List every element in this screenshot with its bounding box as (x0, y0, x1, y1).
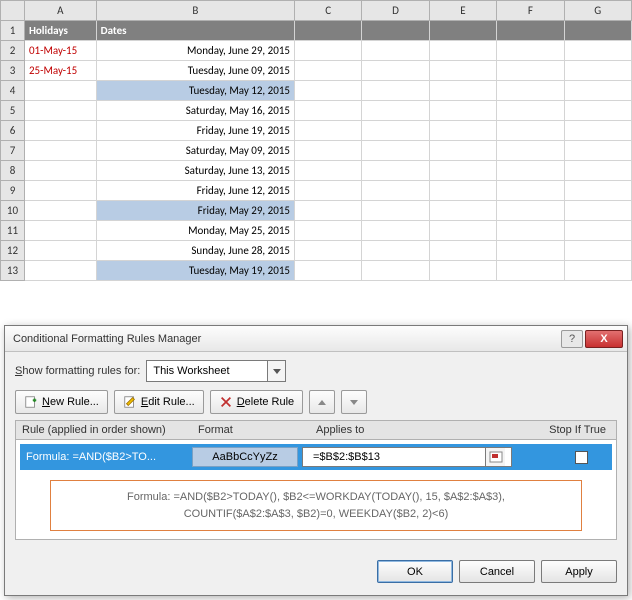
range-selector-icon[interactable] (485, 448, 505, 466)
row-header[interactable]: 4 (1, 81, 25, 101)
cell[interactable]: Saturday, May 09, 2015 (96, 141, 294, 161)
col-header[interactable]: F (497, 1, 564, 21)
col-header[interactable]: C (294, 1, 361, 21)
col-header[interactable]: G (564, 1, 631, 21)
cell[interactable]: 25-May-15 (24, 61, 96, 81)
dialog-title: Conditional Formatting Rules Manager (13, 333, 561, 345)
new-rule-button[interactable]: New Rule... (15, 390, 108, 414)
row-header[interactable]: 2 (1, 41, 25, 61)
apply-button[interactable]: Apply (541, 560, 617, 583)
row-header[interactable]: 13 (1, 261, 25, 281)
col-header[interactable]: D (362, 1, 429, 21)
arrow-down-icon (350, 400, 358, 405)
cell[interactable]: Holidays (24, 21, 96, 41)
applies-to-input[interactable]: =$B$2:$B$13 (302, 447, 512, 467)
stop-if-true-checkbox[interactable] (575, 451, 588, 464)
cell[interactable]: Saturday, June 13, 2015 (96, 161, 294, 181)
cell[interactable]: 01-May-15 (24, 41, 96, 61)
close-button[interactable]: X (585, 330, 623, 348)
cell[interactable]: Friday, June 19, 2015 (96, 121, 294, 141)
row-header[interactable]: 11 (1, 221, 25, 241)
row-header[interactable]: 6 (1, 121, 25, 141)
select-all-corner[interactable] (1, 1, 25, 21)
cell[interactable]: Sunday, June 28, 2015 (96, 241, 294, 261)
scope-value: This Worksheet (147, 365, 267, 377)
cell[interactable]: Tuesday, June 09, 2015 (96, 61, 294, 81)
delete-icon (219, 395, 233, 409)
row-header[interactable]: 5 (1, 101, 25, 121)
row-header[interactable]: 8 (1, 161, 25, 181)
spreadsheet[interactable]: A B C D E F G 1 Holidays Dates 2 01-May-… (0, 0, 632, 281)
rules-header: Rule (applied in order shown) Format App… (15, 420, 617, 440)
col-header[interactable]: B (96, 1, 294, 21)
move-down-button[interactable] (341, 390, 367, 414)
cell[interactable]: Friday, May 29, 2015 (96, 201, 294, 221)
format-preview: AaBbCcYyZz (192, 447, 298, 467)
new-icon (24, 395, 38, 409)
cell[interactable]: Saturday, May 16, 2015 (96, 101, 294, 121)
help-button[interactable]: ? (561, 330, 583, 348)
ok-button[interactable]: OK (377, 560, 453, 583)
cancel-button[interactable]: Cancel (459, 560, 535, 583)
col-header[interactable]: E (429, 1, 496, 21)
delete-rule-button[interactable]: Delete Rule (210, 390, 304, 414)
scope-dropdown[interactable]: This Worksheet (146, 360, 286, 382)
row-header[interactable]: 12 (1, 241, 25, 261)
row-header[interactable]: 10 (1, 201, 25, 221)
row-header[interactable]: 1 (1, 21, 25, 41)
cell[interactable]: Friday, June 12, 2015 (96, 181, 294, 201)
edit-icon (123, 395, 137, 409)
rule-label: Formula: =AND($B2>TO... (20, 451, 188, 463)
cell[interactable]: Dates (96, 21, 294, 41)
row-header[interactable]: 9 (1, 181, 25, 201)
col-header[interactable]: A (24, 1, 96, 21)
edit-rule-button[interactable]: Edit Rule... (114, 390, 204, 414)
cell[interactable] (24, 81, 96, 101)
move-up-button[interactable] (309, 390, 335, 414)
show-rules-label: Show formatting rules for: (15, 365, 140, 377)
chevron-down-icon (267, 361, 285, 381)
titlebar[interactable]: Conditional Formatting Rules Manager ? X (5, 326, 627, 352)
formula-callout: Formula: =AND($B2>TODAY(), $B2<=WORKDAY(… (50, 480, 582, 531)
cell[interactable]: Monday, June 29, 2015 (96, 41, 294, 61)
row-header[interactable]: 7 (1, 141, 25, 161)
rules-list[interactable]: Formula: =AND($B2>TO... AaBbCcYyZz =$B$2… (15, 440, 617, 540)
cell[interactable]: Monday, May 25, 2015 (96, 221, 294, 241)
arrow-up-icon (318, 400, 326, 405)
conditional-formatting-dialog: Conditional Formatting Rules Manager ? X… (4, 325, 628, 596)
row-header[interactable]: 3 (1, 61, 25, 81)
cell[interactable]: Tuesday, May 19, 2015 (96, 261, 294, 281)
rule-row[interactable]: Formula: =AND($B2>TO... AaBbCcYyZz =$B$2… (20, 444, 612, 470)
cell[interactable]: Tuesday, May 12, 2015 (96, 81, 294, 101)
